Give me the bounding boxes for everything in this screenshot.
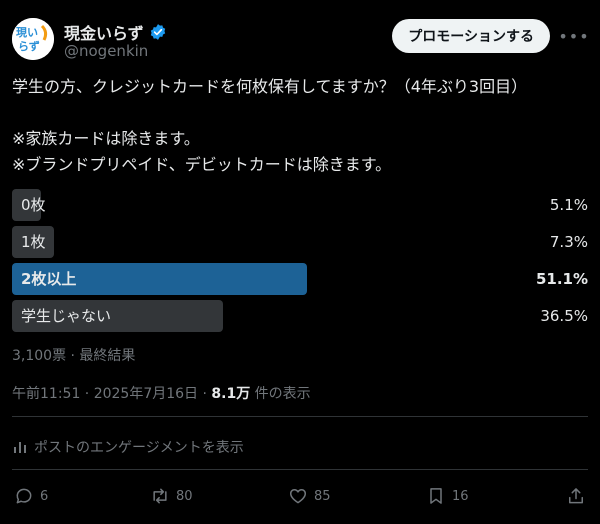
poll-option-percent: 5.1% xyxy=(549,196,588,214)
poll-option: 1枚 7.3% xyxy=(12,226,588,258)
post-engagement-link[interactable]: ポストのエンゲージメントを表示 xyxy=(12,437,244,457)
poll-option: 0枚 5.1% xyxy=(12,189,588,221)
share-button[interactable] xyxy=(566,486,586,506)
repost-count: 80 xyxy=(176,488,193,504)
view-suffix: 件の表示 xyxy=(250,386,311,402)
poll-option-label: 0枚 xyxy=(21,196,46,214)
poll: 0枚 5.1% 1枚 7.3% 2枚以上 51.1% 学生じゃない 36.5% xyxy=(12,189,588,337)
avatar[interactable]: 現い らず xyxy=(12,18,54,60)
bookmark-button[interactable]: 16 xyxy=(426,486,469,506)
poll-option: 学生じゃない 36.5% xyxy=(12,300,588,332)
reply-count: 6 xyxy=(40,488,49,504)
name-row: 現金いらず xyxy=(64,20,167,44)
heart-icon xyxy=(289,489,307,504)
post-engagement-label: ポストのエンゲージメントを表示 xyxy=(34,440,244,456)
poll-option-percent: 36.5% xyxy=(540,307,588,325)
share-icon xyxy=(569,488,583,504)
reply-button[interactable]: 6 xyxy=(14,486,48,506)
repost-icon xyxy=(153,488,167,504)
divider xyxy=(12,469,588,470)
view-count: 8.1万 xyxy=(211,386,251,402)
timestamp-time[interactable]: 午前11:51 · 2025年7月16日 · xyxy=(12,386,211,402)
timestamp: 午前11:51 · 2025年7月16日 · 8.1万 件の表示 xyxy=(12,383,311,403)
bookmark-icon xyxy=(430,488,442,504)
verified-badge-icon xyxy=(150,24,165,40)
tweet-text: 学生の方、クレジットカードを何枚保有してますか？（4年ぶり3回目） ※家族カード… xyxy=(12,77,528,174)
like-count: 85 xyxy=(314,488,331,504)
poll-option-label: 学生じゃない xyxy=(21,307,112,325)
analytics-icon xyxy=(14,442,26,453)
poll-option-percent: 7.3% xyxy=(549,233,588,251)
poll-option-label: 2枚以上 xyxy=(21,270,77,288)
bookmark-count: 16 xyxy=(452,488,469,504)
poll-option: 2枚以上 51.1% xyxy=(12,263,588,295)
action-bar: 6 80 85 16 xyxy=(12,486,588,512)
repost-button[interactable]: 80 xyxy=(150,486,193,506)
tweet-header: 現い らず 現金いらず @nogenkin プロモーションする ••• xyxy=(12,16,589,64)
poll-meta: 3,100票 · 最終結果 xyxy=(12,348,136,364)
handle[interactable]: @nogenkin xyxy=(64,42,148,60)
divider xyxy=(12,416,588,417)
poll-option-percent: 51.1% xyxy=(535,270,588,288)
like-button[interactable]: 85 xyxy=(288,486,331,506)
poll-option-label: 1枚 xyxy=(21,233,46,251)
svg-text:現い: 現い xyxy=(16,26,38,39)
svg-text:らず: らず xyxy=(18,39,40,53)
promote-button[interactable]: プロモーションする xyxy=(392,19,550,53)
avatar-logo-icon: 現い らず xyxy=(12,18,54,60)
more-options-icon[interactable]: ••• xyxy=(558,24,588,48)
reply-icon xyxy=(16,488,32,504)
display-name[interactable]: 現金いらず xyxy=(64,20,144,44)
